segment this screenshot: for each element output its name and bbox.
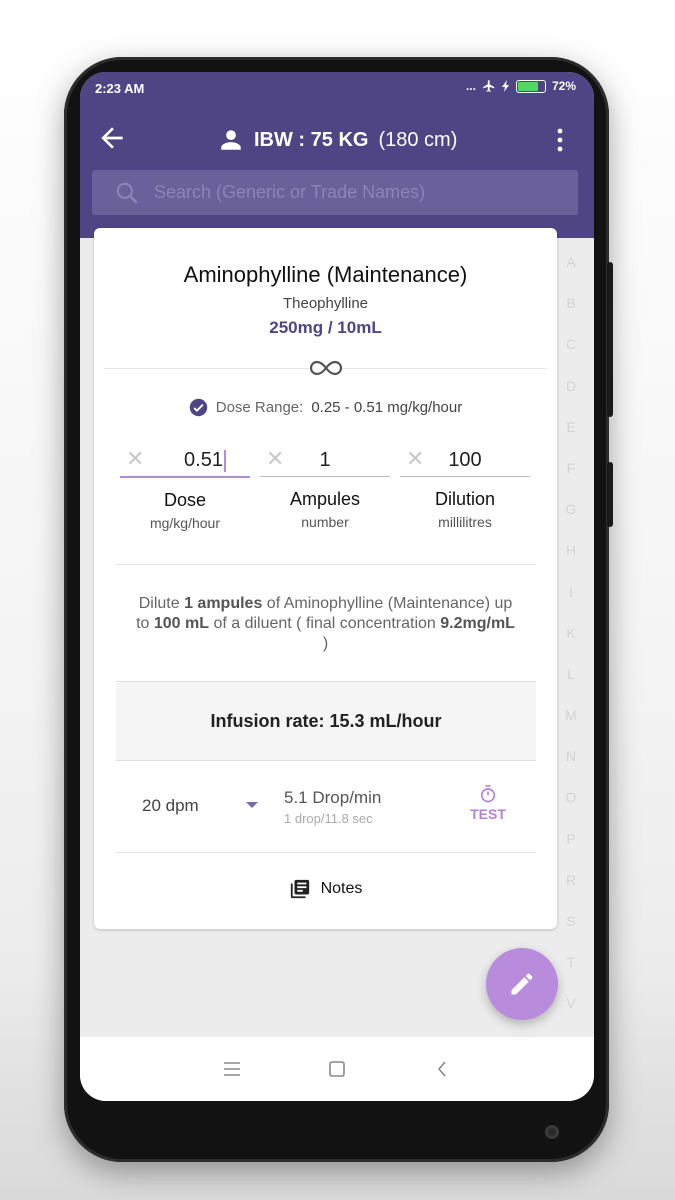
- more-dots-icon: ...: [465, 79, 476, 93]
- infusion-rate: Infusion rate: 15.3 mL/hour: [210, 711, 442, 731]
- drug-name: Aminophylline (Maintenance): [183, 262, 468, 287]
- search-input[interactable]: [152, 181, 556, 204]
- alphabet-letter[interactable]: R: [566, 868, 576, 909]
- drop-interval: 1 drop/11.8 sec: [284, 811, 373, 826]
- dose-unit: mg/kg/hour: [149, 515, 221, 531]
- alphabet-letter[interactable]: E: [566, 415, 575, 456]
- divider: [116, 852, 536, 853]
- alphabet-letter[interactable]: N: [566, 744, 576, 785]
- drops-per-minute: 5.1 Drop/min: [284, 788, 382, 807]
- phone-screen: 2:23 AM ... 72% IBW : 75 KG (180 cm) ABC…: [80, 72, 594, 1101]
- airplane-icon: [483, 80, 495, 92]
- search-bar[interactable]: [92, 170, 578, 215]
- ibw-weight: IBW : 75 KG: [254, 128, 369, 151]
- alphabet-letter[interactable]: T: [567, 950, 576, 991]
- notes-button[interactable]: Notes: [94, 878, 557, 900]
- infinity-icon: [309, 358, 343, 378]
- drug-strength: 250mg / 10mL: [269, 318, 382, 337]
- alphabet-letter[interactable]: K: [566, 621, 575, 662]
- pencil-icon: [511, 973, 533, 995]
- alphabet-letter[interactable]: C: [566, 332, 576, 373]
- alphabet-letter[interactable]: O: [566, 785, 577, 826]
- alphabet-letter[interactable]: L: [567, 662, 575, 703]
- check-circle-icon: [189, 398, 207, 417]
- clear-dose-icon[interactable]: ✕: [126, 446, 144, 472]
- height-value: (180 cm): [378, 128, 458, 151]
- notes-icon: [290, 879, 309, 899]
- dose-range-value: 0.25 - 0.51 mg/kg/hour: [311, 399, 463, 416]
- dilution-unit: millilitres: [438, 514, 492, 530]
- system-nav-bar: [80, 1037, 594, 1101]
- dilution-field: ✕ 100 Dilution millilitres: [400, 446, 530, 530]
- notes-label: Notes: [320, 880, 363, 897]
- timer-icon: [480, 785, 496, 803]
- alphabet-letter[interactable]: F: [567, 456, 576, 497]
- page-title[interactable]: IBW : 75 KG (180 cm): [218, 124, 457, 156]
- dropdown-arrow-icon[interactable]: [246, 802, 258, 808]
- dilution-instruction: Dilute 1 ampules of Aminophylline (Maint…: [136, 595, 515, 652]
- status-time: 2:23 AM: [95, 81, 145, 96]
- ampules-unit: number: [301, 514, 349, 530]
- test-button[interactable]: TEST: [467, 784, 509, 822]
- test-label: TEST: [470, 806, 506, 822]
- alphabet-letter[interactable]: M: [565, 703, 577, 744]
- dilution-input[interactable]: 100: [400, 449, 530, 472]
- dose-label: Dose: [163, 490, 207, 510]
- nav-menu-button[interactable]: [217, 1054, 247, 1084]
- alphabet-letter[interactable]: B: [566, 291, 575, 332]
- chevron-left-icon: [437, 1061, 446, 1077]
- ampules-field: ✕ 1 Ampules number: [260, 446, 390, 530]
- search-icon: [116, 182, 138, 204]
- alphabet-index[interactable]: ABCDEFGHIKLMNOPRSTV: [564, 250, 578, 1033]
- battery-percent: 72%: [551, 79, 576, 93]
- alphabet-letter[interactable]: D: [566, 374, 576, 415]
- alphabet-letter[interactable]: I: [569, 580, 573, 621]
- volume-button: [607, 262, 613, 417]
- alphabet-letter[interactable]: H: [566, 538, 576, 579]
- dose-input[interactable]: 0.51: [160, 449, 250, 472]
- battery-icon: [515, 79, 546, 93]
- alphabet-letter[interactable]: G: [566, 497, 577, 538]
- back-arrow-icon[interactable]: [96, 122, 128, 154]
- alphabet-letter[interactable]: S: [566, 909, 575, 950]
- camera-lens: [545, 1125, 559, 1139]
- alphabet-letter[interactable]: P: [566, 827, 575, 868]
- nav-back-button[interactable]: [427, 1054, 457, 1084]
- drip-set-select[interactable]: 20 dpm: [142, 796, 199, 816]
- infusion-rate-box: Infusion rate: 15.3 mL/hour: [116, 681, 536, 761]
- app-bar: IBW : 75 KG (180 cm): [80, 104, 594, 238]
- home-square-icon: [329, 1061, 345, 1077]
- person-icon: [221, 130, 241, 150]
- alphabet-letter[interactable]: A: [566, 250, 575, 291]
- dose-field: ✕ 0.51 Dose mg/kg/hour: [120, 446, 250, 531]
- generic-name: Theophylline: [282, 295, 369, 312]
- status-bar: 2:23 AM ... 72%: [80, 72, 594, 104]
- power-button: [607, 462, 613, 527]
- dose-range: Dose Range: 0.25 - 0.51 mg/kg/hour: [94, 398, 557, 417]
- more-vert-icon[interactable]: [550, 126, 570, 154]
- dilution-label: Dilution: [434, 489, 496, 509]
- dose-range-label: Dose Range:: [215, 399, 304, 416]
- nav-home-button[interactable]: [322, 1054, 352, 1084]
- ampules-label: Ampules: [289, 489, 361, 509]
- ampules-input[interactable]: 1: [260, 449, 390, 472]
- menu-icon: [224, 1062, 241, 1076]
- edit-fab-button[interactable]: [486, 948, 558, 1020]
- drug-card: Aminophylline (Maintenance) Theophylline…: [94, 228, 557, 929]
- charging-icon: [501, 80, 509, 92]
- divider: [116, 564, 536, 565]
- alphabet-letter[interactable]: V: [566, 991, 575, 1032]
